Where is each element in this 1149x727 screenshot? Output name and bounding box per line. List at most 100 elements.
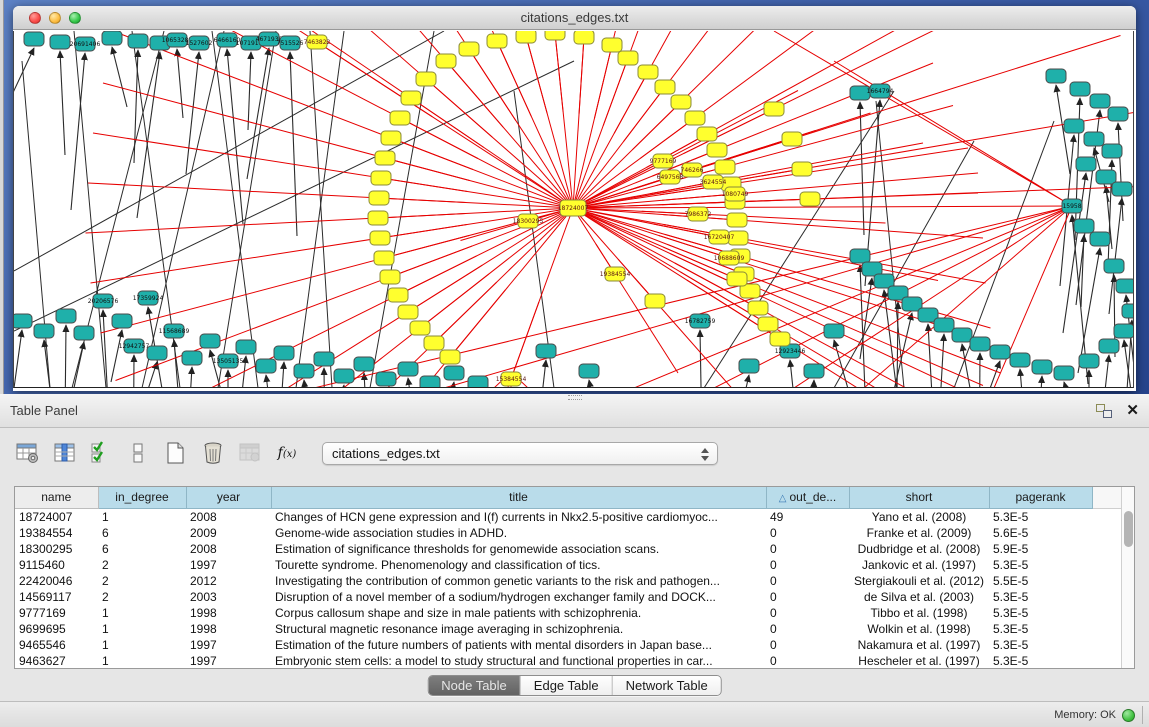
cell-year[interactable]: 2003: [186, 589, 271, 605]
graph-node[interactable]: [739, 359, 759, 373]
cell-name[interactable]: 9115460: [15, 557, 98, 573]
graph-node[interactable]: [369, 191, 389, 205]
cell-title[interactable]: Corpus callosum shape and size in male p…: [271, 605, 766, 621]
cell-title[interactable]: Disruption of a novel member of a sodium…: [271, 589, 766, 605]
graph-node[interactable]: [410, 321, 430, 335]
graph-node[interactable]: [236, 340, 256, 354]
table-row[interactable]: 2242004622012Investigating the contribut…: [15, 573, 1121, 589]
column-header-year[interactable]: year: [186, 487, 271, 508]
cell-pagerank[interactable]: 5.3E-5: [989, 621, 1092, 637]
graph-node[interactable]: [440, 350, 460, 364]
graph-node[interactable]: [707, 143, 727, 157]
cell-pagerank[interactable]: 5.3E-5: [989, 557, 1092, 573]
graph-node[interactable]: [727, 213, 747, 227]
graph-node[interactable]: [655, 80, 675, 94]
graph-node[interactable]: [990, 345, 1010, 359]
cell-in_degree[interactable]: 6: [98, 541, 186, 557]
graph-node[interactable]: [436, 54, 456, 68]
graph-node[interactable]: [398, 305, 418, 319]
tab-network-table[interactable]: Network Table: [613, 676, 721, 695]
cell-out_degree[interactable]: 0: [766, 637, 849, 653]
cell-title[interactable]: Changes of HCN gene expression and I(f) …: [271, 508, 766, 525]
cell-name[interactable]: 18724007: [15, 508, 98, 525]
graph-node[interactable]: [638, 65, 658, 79]
graph-node[interactable]: [375, 151, 395, 165]
graph-node[interactable]: [536, 344, 556, 358]
cell-out_degree[interactable]: 0: [766, 653, 849, 669]
new-document-icon[interactable]: [162, 439, 190, 467]
table-row[interactable]: 1456911722003Disruption of a novel membe…: [15, 589, 1121, 605]
cell-name[interactable]: 9465546: [15, 637, 98, 653]
graph-node[interactable]: [579, 364, 599, 378]
graph-node[interactable]: [645, 294, 665, 308]
graph-node[interactable]: [758, 317, 778, 331]
cell-short[interactable]: Jankovic et al. (1997): [849, 557, 989, 573]
cell-out_degree[interactable]: 0: [766, 621, 849, 637]
column-header-name[interactable]: name: [15, 487, 98, 508]
graph-node[interactable]: [334, 369, 354, 383]
cell-year[interactable]: 1997: [186, 557, 271, 573]
cell-name[interactable]: 18300295: [15, 541, 98, 557]
function-builder-icon[interactable]: f(x): [273, 439, 301, 467]
graph-node[interactable]: [516, 31, 536, 43]
cell-title[interactable]: Estimation of significance thresholds fo…: [271, 541, 766, 557]
graph-node[interactable]: [574, 31, 594, 44]
graph-node[interactable]: [602, 38, 622, 52]
graph-node[interactable]: [56, 309, 76, 323]
cell-out_degree[interactable]: 0: [766, 541, 849, 557]
cell-pagerank[interactable]: 5.6E-5: [989, 525, 1092, 541]
cell-in_degree[interactable]: 1: [98, 637, 186, 653]
cell-out_degree[interactable]: 49: [766, 508, 849, 525]
graph-node[interactable]: [715, 160, 735, 174]
graph-node[interactable]: [697, 127, 717, 141]
cell-short[interactable]: Tibbo et al. (1998): [849, 605, 989, 621]
graph-node[interactable]: [354, 357, 374, 371]
table-row[interactable]: 1938455462009Genome-wide association stu…: [15, 525, 1121, 541]
graph-node[interactable]: [128, 34, 148, 48]
cell-name[interactable]: 22420046: [15, 573, 98, 589]
cell-short[interactable]: Stergiakouli et al. (2012): [849, 573, 989, 589]
tab-node-table[interactable]: Node Table: [428, 676, 521, 695]
graph-node[interactable]: [256, 359, 276, 373]
cell-out_degree[interactable]: 0: [766, 557, 849, 573]
graph-node[interactable]: [782, 132, 802, 146]
graph-node[interactable]: [368, 211, 388, 225]
graph-node[interactable]: [1070, 82, 1090, 96]
cell-in_degree[interactable]: 1: [98, 605, 186, 621]
graph-node[interactable]: [1079, 354, 1099, 368]
cell-name[interactable]: 19384554: [15, 525, 98, 541]
minimize-window-button[interactable]: [49, 12, 61, 24]
graph-node[interactable]: [376, 372, 396, 386]
close-window-button[interactable]: [29, 12, 41, 24]
graph-node[interactable]: [200, 334, 220, 348]
close-panel-icon[interactable]: ✕: [1126, 404, 1139, 418]
graph-node[interactable]: [770, 332, 790, 346]
table-row[interactable]: 969969511998Structural magnetic resonanc…: [15, 621, 1121, 637]
graph-node[interactable]: [1114, 324, 1134, 338]
graph-node[interactable]: [50, 35, 70, 49]
graph-node[interactable]: [1064, 119, 1084, 133]
column-header-title[interactable]: title: [271, 487, 766, 508]
graph-node[interactable]: [1046, 69, 1066, 83]
graph-node[interactable]: [1010, 353, 1030, 367]
graph-node[interactable]: [824, 324, 844, 338]
graph-node[interactable]: [274, 346, 294, 360]
graph-node[interactable]: [1054, 366, 1074, 380]
float-panel-icon[interactable]: [1096, 404, 1112, 418]
graph-node[interactable]: [468, 376, 488, 388]
cell-name[interactable]: 9777169: [15, 605, 98, 621]
cell-out_degree[interactable]: 0: [766, 525, 849, 541]
graph-node[interactable]: [1108, 107, 1128, 121]
network-window[interactable]: citations_edges.txt 20691406106532871527…: [13, 6, 1136, 391]
cell-in_degree[interactable]: 2: [98, 589, 186, 605]
graph-node[interactable]: [24, 32, 44, 46]
cell-short[interactable]: Nakamura et al. (1997): [849, 637, 989, 653]
cell-pagerank[interactable]: 5.3E-5: [989, 637, 1092, 653]
cell-in_degree[interactable]: 2: [98, 557, 186, 573]
network-window-titlebar[interactable]: citations_edges.txt: [13, 6, 1136, 30]
cell-title[interactable]: Genome-wide association studies in ADHD.: [271, 525, 766, 541]
graph-node[interactable]: [102, 31, 122, 45]
cell-in_degree[interactable]: 1: [98, 621, 186, 637]
table-row[interactable]: 1830029562008Estimation of significance …: [15, 541, 1121, 557]
graph-node[interactable]: [398, 362, 418, 376]
